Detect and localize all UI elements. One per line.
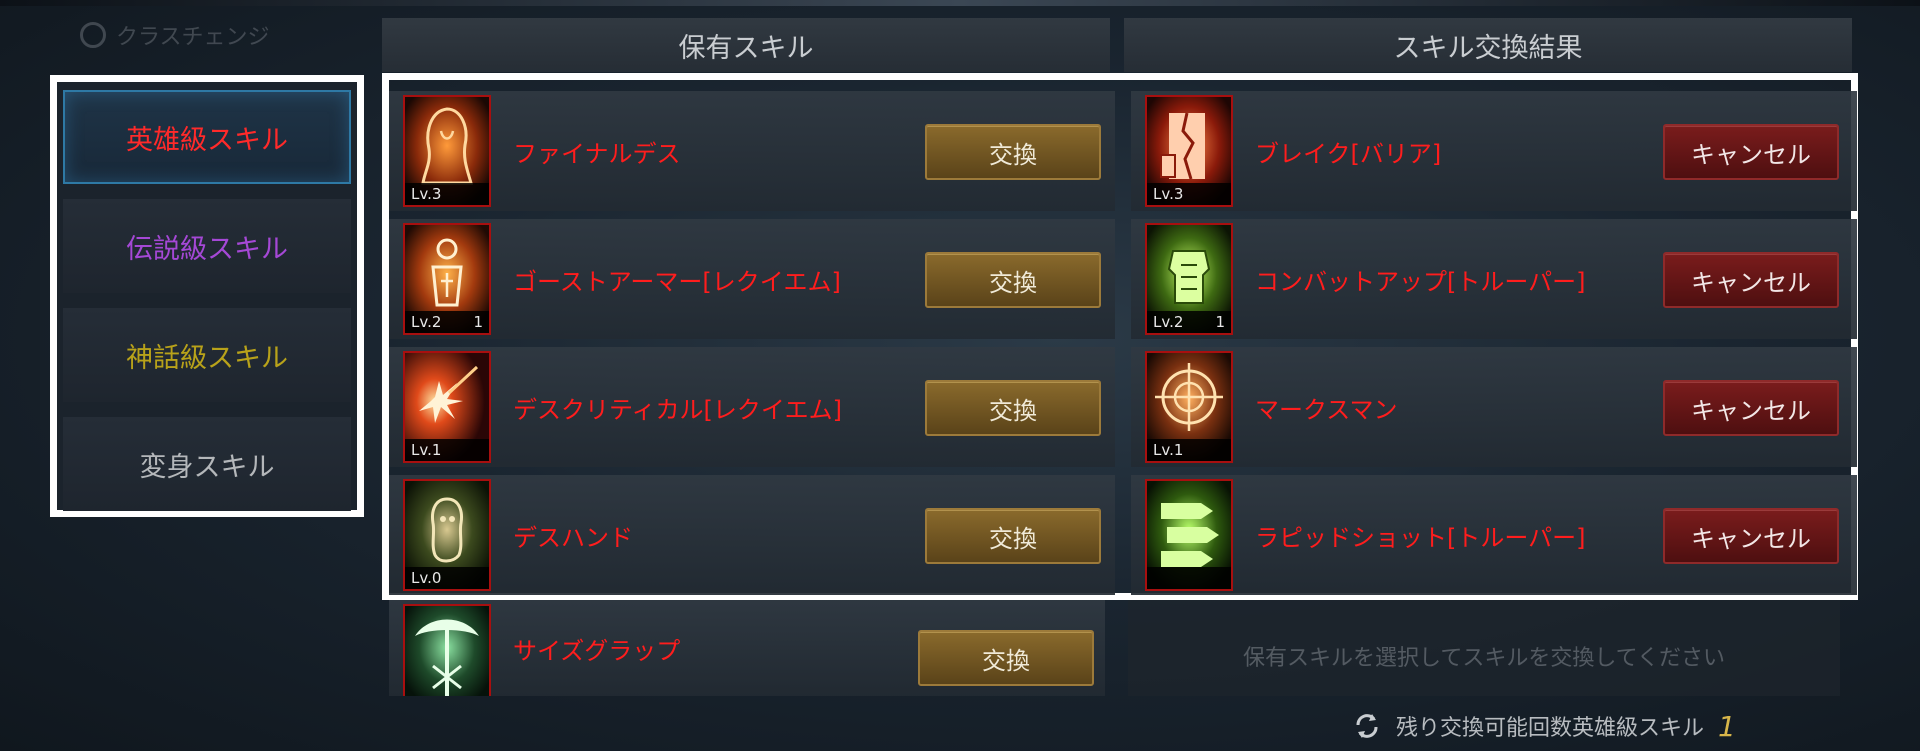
tab-label: 英雄級スキル: [126, 124, 288, 156]
skill-level-bar: Lv.1: [1147, 439, 1231, 461]
tab-hero-skill[interactable]: 英雄級スキル: [63, 90, 351, 184]
scythe-grab-icon: [403, 604, 491, 696]
skill-level-bar: Lv.2 1: [405, 311, 489, 333]
exchange-result-header: スキル交換結果: [1124, 18, 1852, 72]
swap-button[interactable]: 交換: [925, 380, 1101, 436]
skill-name: ブレイク[バリア]: [1255, 139, 1442, 168]
tab-label: 神話級スキル: [126, 342, 288, 374]
skill-name: マークスマン: [1255, 395, 1398, 424]
death-hand-icon: Lv.0: [403, 479, 491, 591]
cancel-button[interactable]: キャンセル: [1663, 380, 1839, 436]
skill-name: デスハンド: [513, 523, 633, 552]
refresh-icon: [80, 22, 106, 48]
cancel-button[interactable]: キャンセル: [1663, 124, 1839, 180]
skill-level-bar: Lv.1: [405, 439, 489, 461]
skill-level: Lv.2: [1153, 313, 1184, 331]
combat-up-icon: Lv.2 1: [1145, 223, 1233, 335]
exchange-hint: 保有スキルを選択してスキルを交換してください: [1242, 646, 1726, 671]
skill-level: Lv.1: [411, 441, 442, 459]
remaining-label: 残り交換可能回数英雄級スキル: [1396, 716, 1705, 741]
tab-myth-skill[interactable]: 神話級スキル: [63, 308, 351, 402]
class-change-button[interactable]: クラスチェンジ: [80, 16, 270, 54]
tab-label: 伝説級スキル: [126, 233, 288, 265]
skill-count: 1: [473, 313, 483, 331]
skill-name: ゴーストアーマー[レクイエム]: [513, 267, 841, 296]
skill-name: サイズグラップ: [513, 636, 681, 665]
skill-name: ファイナルデス: [513, 139, 681, 168]
skill-level-bar: Lv.0: [405, 567, 489, 589]
skill-count: 1: [1215, 313, 1225, 331]
cancel-button[interactable]: キャンセル: [1663, 252, 1839, 308]
result-skill-row[interactable]: Lv.1 マークスマン キャンセル: [1131, 347, 1857, 467]
skill-grade-tabs: 英雄級スキル 伝説級スキル 神話級スキル 変身スキル: [50, 75, 364, 517]
owned-skill-row[interactable]: Lv.2 1 ゴーストアーマー[レクイエム] 交換: [389, 219, 1115, 339]
remaining-exchange-status: 残り交換可能回数英雄級スキル 1: [1352, 706, 1736, 746]
owned-skill-row[interactable]: サイズグラップ 交換: [389, 600, 1105, 696]
tab-transform-skill[interactable]: 変身スキル: [63, 417, 351, 511]
marksman-icon: Lv.1: [1145, 351, 1233, 463]
ghost-armor-icon: Lv.2 1: [403, 223, 491, 335]
skill-name: ラピッドショット[トルーパー]: [1255, 523, 1586, 552]
class-change-label: クラスチェンジ: [116, 25, 270, 50]
skill-level: Lv.0: [411, 569, 442, 587]
skill-level-bar: Lv.2 1: [1147, 311, 1231, 333]
break-barrier-icon: Lv.3: [1145, 95, 1233, 207]
owned-skills-title: 保有スキル: [678, 32, 814, 64]
rapid-shot-icon: [1145, 479, 1233, 591]
swap-button[interactable]: 交換: [925, 252, 1101, 308]
skill-level: Lv.2: [411, 313, 442, 331]
hooded-reaper-icon: Lv.3: [403, 95, 491, 207]
owned-skills-header: 保有スキル: [382, 18, 1110, 72]
cancel-button[interactable]: キャンセル: [1663, 508, 1839, 564]
skill-list-frame: Lv.3 ファイナルデス 交換 Lv.2 1 ゴーストアーマー[レクイエム] 交換: [382, 73, 1858, 600]
exchange-result-title: スキル交換結果: [1393, 32, 1583, 64]
skill-level: Lv.3: [1153, 185, 1184, 203]
death-critical-icon: Lv.1: [403, 351, 491, 463]
swap-button[interactable]: 交換: [925, 508, 1101, 564]
skill-name: デスクリティカル[レクイエム]: [513, 395, 843, 424]
skill-level: Lv.1: [1153, 441, 1184, 459]
swap-button[interactable]: 交換: [918, 630, 1094, 686]
skill-level-bar: Lv.3: [1147, 183, 1231, 205]
result-skill-row[interactable]: Lv.3 ブレイク[バリア] キャンセル: [1131, 91, 1857, 211]
result-skill-row[interactable]: ラピッドショット[トルーパー] キャンセル: [1131, 475, 1857, 595]
tab-label: 変身スキル: [139, 451, 275, 483]
tab-legend-skill[interactable]: 伝説級スキル: [63, 199, 351, 293]
remaining-count: 1: [1718, 709, 1736, 743]
skill-name: コンバットアップ[トルーパー]: [1255, 267, 1586, 296]
top-border: [0, 0, 1920, 6]
skill-level: Lv.3: [411, 185, 442, 203]
skill-level-bar: Lv.3: [405, 183, 489, 205]
exchange-count-icon: [1356, 714, 1378, 738]
owned-skill-row[interactable]: Lv.3 ファイナルデス 交換: [389, 91, 1115, 211]
owned-skill-row[interactable]: Lv.1 デスクリティカル[レクイエム] 交換: [389, 347, 1115, 467]
owned-skill-row[interactable]: Lv.0 デスハンド 交換: [389, 475, 1115, 595]
swap-button[interactable]: 交換: [925, 124, 1101, 180]
result-skill-row[interactable]: Lv.2 1 コンバットアップ[トルーパー] キャンセル: [1131, 219, 1857, 339]
skill-level-bar: [1147, 567, 1231, 589]
